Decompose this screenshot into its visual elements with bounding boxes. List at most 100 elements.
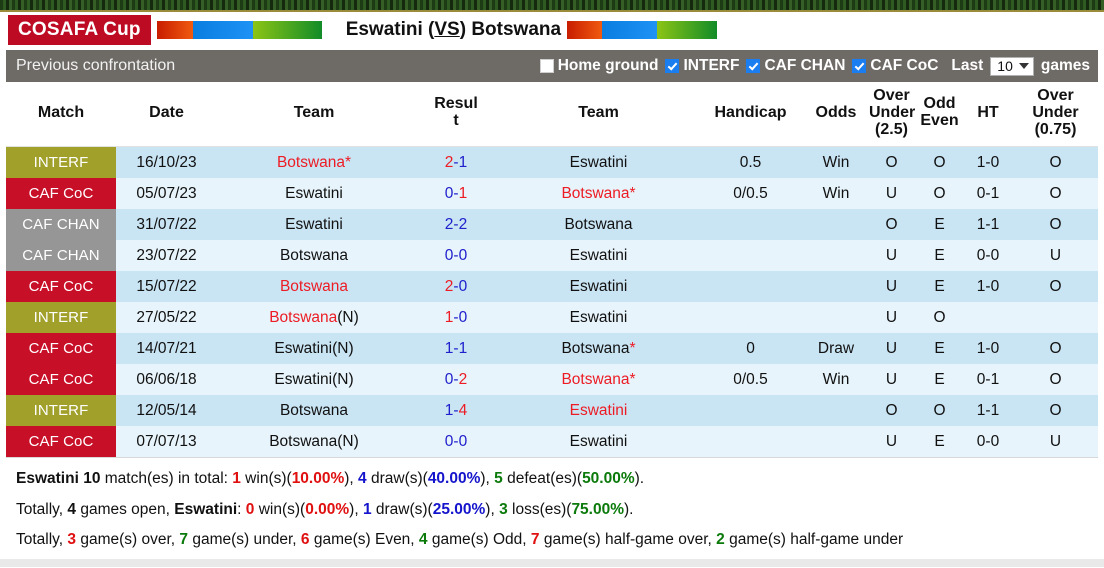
section-heading: Previous confrontation xyxy=(16,57,176,74)
cell-odd-even: E xyxy=(916,426,963,458)
home-ground-checkbox[interactable]: Home ground xyxy=(539,57,658,75)
cell-ht xyxy=(963,302,1013,334)
summary3-half-under: 2 xyxy=(716,530,725,548)
summary3-over-text: game(s) over, xyxy=(76,530,180,548)
cell-ht: 1-0 xyxy=(963,271,1013,303)
competition-tag: INTERF xyxy=(6,395,116,427)
table-row[interactable]: CAF CoC 07/07/13 Botswana(N) 0-0 Eswatini U E 0… xyxy=(6,426,1098,458)
cell-over-under-075: O xyxy=(1013,178,1098,210)
cell-odd-even: E xyxy=(916,364,963,396)
summary-line-1: Eswatini 10 match(es) in total: 1 win(s)… xyxy=(16,470,645,488)
cell-odds: Win xyxy=(805,178,867,210)
cell-team-home: Botswana(N) xyxy=(217,426,411,458)
cell-result: 2-2 xyxy=(411,209,501,241)
table-row[interactable]: CAF CHAN 31/07/22 Eswatini 2-2 Botswana O E 1-1… xyxy=(6,209,1098,241)
away-team-name: Botswana* xyxy=(561,370,636,388)
cell-team-away: Eswatini xyxy=(501,271,696,303)
away-team-name: Eswatini xyxy=(569,432,628,450)
competition-tag: CAF CoC xyxy=(6,333,116,365)
cell-ht: 1-0 xyxy=(963,146,1013,179)
away-team-name: Botswana xyxy=(561,339,630,357)
col-header-date: Date xyxy=(116,82,217,148)
table-row[interactable]: INTERF 27/05/22 Botswana(N) 1-0 Eswatini U O xyxy=(6,302,1098,334)
away-team-name: Botswana* xyxy=(561,184,636,202)
cell-date: 06/06/18 xyxy=(116,364,217,396)
cell-team-home: Botswana(N) xyxy=(217,302,411,334)
cell-date: 16/10/23 xyxy=(116,146,217,179)
chevron-down-icon[interactable] xyxy=(1018,62,1029,69)
cell-ht: 0-1 xyxy=(963,178,1013,210)
filter-caf-coc-checkbox[interactable]: CAF CoC xyxy=(852,57,938,75)
bottom-spacer xyxy=(0,559,1104,568)
ou075-line2: Under xyxy=(1032,103,1079,121)
cell-competition: CAF CoC xyxy=(6,271,116,303)
col-header-over-under-075: Over Under (0.75) xyxy=(1013,82,1098,148)
result-part-b: 2 xyxy=(458,370,468,388)
cell-odd-even: O xyxy=(916,302,963,334)
summary2-prefix: Totally, xyxy=(16,500,68,518)
summary2-wins-text: win(s)( xyxy=(254,500,306,518)
last-games-select[interactable]: 10 xyxy=(990,56,1034,76)
summary1-team: Eswatini xyxy=(16,470,79,488)
cell-team-home: Eswatini xyxy=(217,178,411,210)
result-part-b: -1 xyxy=(453,153,468,171)
cell-odds xyxy=(805,209,867,241)
result-part-b: -0 xyxy=(453,308,468,326)
table-row[interactable]: CAF CoC 06/06/18 Eswatini(N) 0-2 Botswana* 0/… xyxy=(6,364,1098,396)
summary-line-2: Totally, 4 games open, Eswatini: 0 win(s… xyxy=(16,500,634,518)
last-label: Last xyxy=(951,57,984,74)
check-icon[interactable] xyxy=(665,59,680,73)
table-row[interactable]: CAF CHAN 23/07/22 Botswana 0-0 Eswatini U E 0-0… xyxy=(6,240,1098,272)
table-row[interactable]: CAF CoC 14/07/21 Eswatini(N) 1-1 Botswana* 0 D… xyxy=(6,333,1098,365)
cell-over-under-25: U xyxy=(867,178,916,210)
summary3-under-text: game(s) under, xyxy=(188,530,301,548)
cell-team-home: Eswatini(N) xyxy=(217,364,411,396)
filter-caf-chan-checkbox[interactable]: CAF CHAN xyxy=(746,57,845,75)
cell-team-away: Eswatini xyxy=(501,240,696,272)
col-header-result-line1: Resul xyxy=(434,95,478,113)
filter-interf-checkbox[interactable]: INTERF xyxy=(665,57,739,75)
away-team-name: Eswatini xyxy=(569,246,628,264)
home-team-suffix: (N) xyxy=(332,370,354,388)
check-icon[interactable] xyxy=(746,59,761,73)
title-vs-label: VS xyxy=(434,19,460,40)
table-row[interactable]: CAF CoC 05/07/23 Eswatini 0-1 Botswana* 0/0.5… xyxy=(6,178,1098,210)
cell-odds: Draw xyxy=(805,333,867,365)
cell-competition: CAF CoC xyxy=(6,364,116,396)
col-header-match: Match xyxy=(6,82,116,148)
home-team-name: Botswana xyxy=(269,308,338,326)
table-row[interactable]: INTERF 16/10/23 Botswana* 2-1 Eswatini 0.5 Win… xyxy=(6,146,1098,179)
cell-handicap xyxy=(696,209,805,241)
cell-odds xyxy=(805,240,867,272)
cell-over-under-075: O xyxy=(1013,271,1098,303)
col-header-odds: Odds xyxy=(805,82,867,148)
table-row[interactable]: INTERF 12/05/14 Botswana 1-4 Eswatini O O 1-1 O xyxy=(6,395,1098,427)
ou25-line3: (2.5) xyxy=(875,120,908,138)
cell-ht: 1-1 xyxy=(963,395,1013,427)
home-team-name: Eswatini xyxy=(274,339,333,357)
color-bar-left xyxy=(156,21,322,39)
cell-team-home: Eswatini(N) xyxy=(217,333,411,365)
cell-competition: CAF CHAN xyxy=(6,209,116,241)
result-part-a: 1- xyxy=(444,401,459,419)
cell-over-under-25: U xyxy=(867,426,916,458)
result-part-a: 0- xyxy=(444,184,459,202)
cell-over-under-25: O xyxy=(867,209,916,241)
table-row[interactable]: CAF CoC 15/07/22 Botswana 2-0 Eswatini U E 1-0 O xyxy=(6,271,1098,303)
cell-over-under-25: U xyxy=(867,240,916,272)
checkbox-icon[interactable] xyxy=(539,59,554,73)
cell-odds: Win xyxy=(805,146,867,179)
cell-over-under-25: O xyxy=(867,146,916,179)
cell-competition: CAF CHAN xyxy=(6,240,116,272)
summary2-open: 4 xyxy=(67,500,77,518)
cell-odd-even: E xyxy=(916,333,963,365)
result-part-a: 2-2 xyxy=(444,215,468,233)
result-part-a: 0-0 xyxy=(444,432,468,450)
cell-competition: CAF CoC xyxy=(6,426,116,458)
summary2-colon: : xyxy=(237,500,246,518)
page-title: Eswatini (VS) Botswana xyxy=(346,19,561,41)
check-icon[interactable] xyxy=(852,59,867,73)
cell-date: 23/07/22 xyxy=(116,240,217,272)
color-bar-right xyxy=(567,21,718,39)
cell-handicap: 0 xyxy=(696,333,805,365)
